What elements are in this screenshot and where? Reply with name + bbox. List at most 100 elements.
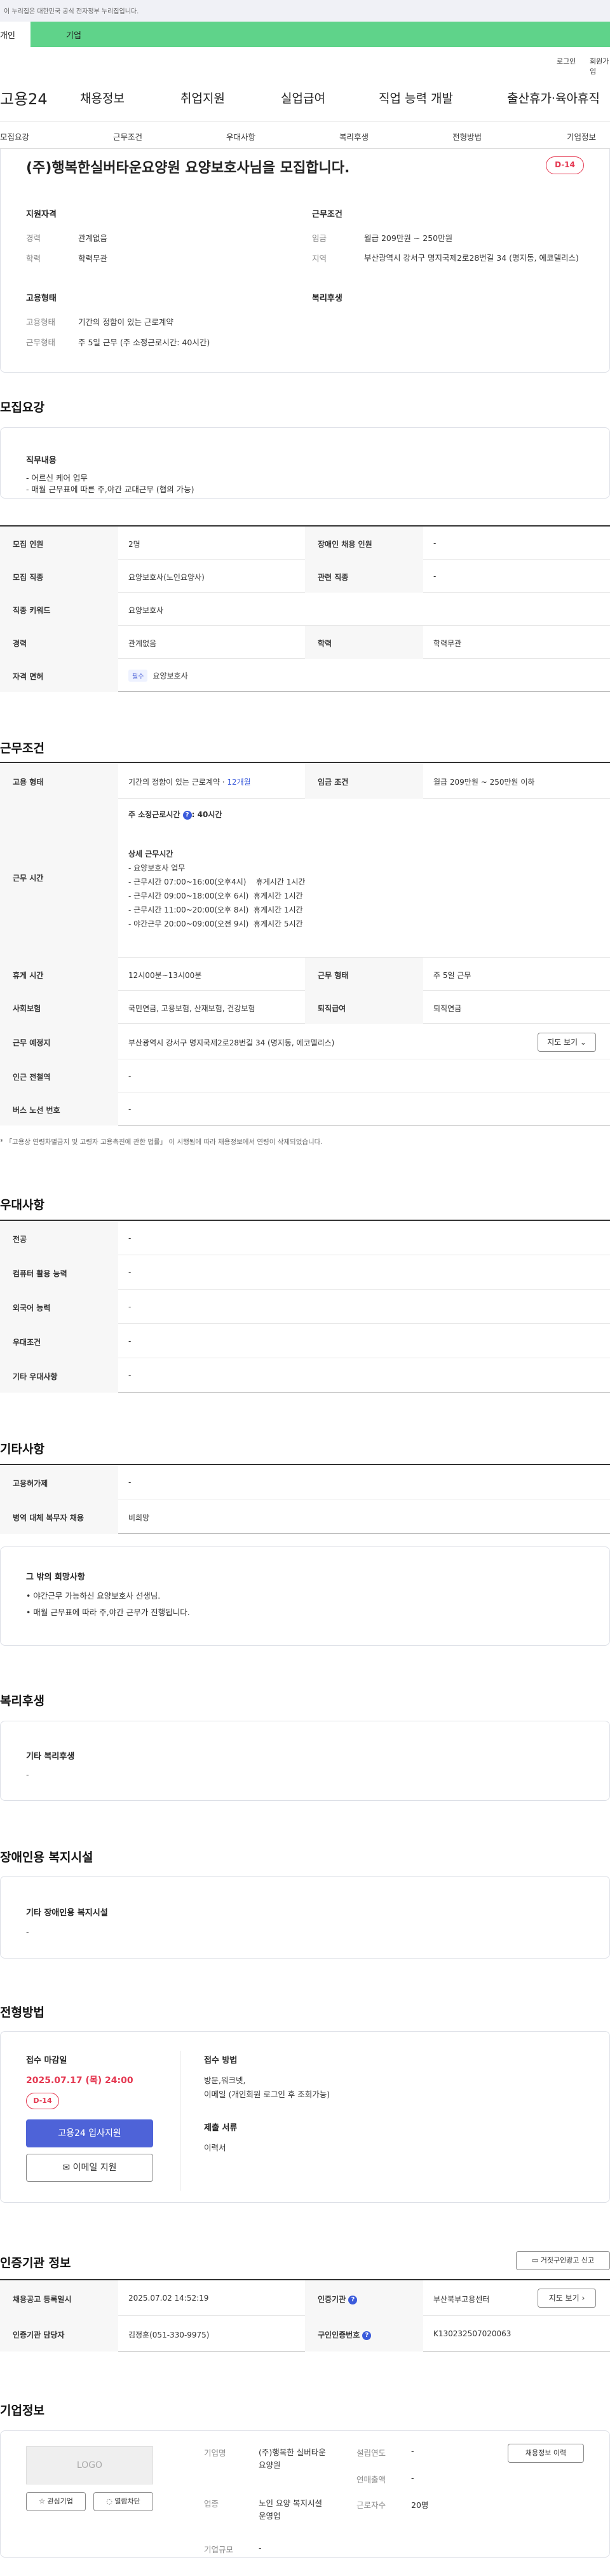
qual-heading: 지원자격 xyxy=(26,210,57,219)
tab-company[interactable]: 기업정보 xyxy=(567,130,596,142)
welfare-box-title: 기타 복리후생 xyxy=(26,1752,75,1761)
table-row: 컴퓨터 활용 능력 - xyxy=(0,1255,610,1290)
welfare-heading: 복리후생 xyxy=(312,294,342,303)
row-key: 경력 xyxy=(0,626,118,659)
row-key: 사회보험 xyxy=(0,991,118,1024)
row-key: 외국어 능력 xyxy=(0,1290,118,1324)
method-line: 이메일 (개인회원 로그인 후 조회가능) xyxy=(204,2090,330,2099)
row-key: 채용공고 등록일시 xyxy=(0,2280,118,2316)
info-icon[interactable]: ? xyxy=(348,2295,358,2304)
row-value: - xyxy=(128,1105,132,1113)
tab-company[interactable]: 기업 xyxy=(30,22,610,47)
pref-section-title: 우대사항 xyxy=(0,1198,44,1212)
emptype-value: 기간의 정함이 있는 근로계약 xyxy=(78,317,173,327)
row-value: 부산광역시 강서구 명지국제2로28번길 34 (명지동, 에코델리스) xyxy=(128,1038,335,1047)
map-button[interactable]: 지도 보기 › xyxy=(538,2289,596,2308)
emp-value: 기간의 정함이 있는 근로계약 · 12개월 xyxy=(128,778,251,787)
welfare-box-value: - xyxy=(26,1770,29,1779)
work-section-title: 근무조건 xyxy=(0,741,44,755)
time-line: - 근무시간 09:00~18:00(오후 6시) 휴게시간 1시간 xyxy=(128,892,303,900)
license-value: 필수 요양보호사 xyxy=(128,670,188,682)
table-row: 휴게 시간 12시00분~13시00분 근무 형태 주 5일 근무 xyxy=(0,958,610,991)
row-key: 모집 인원 xyxy=(0,527,118,560)
gnb-item-leave[interactable]: 출산휴가·육아휴직 xyxy=(507,89,600,106)
chevron-down-icon: ⌄ xyxy=(580,1038,586,1047)
age-note: * 「고용상 연령차별금지 및 고령자 고용촉진에 관한 법률」 이 시행됨에 … xyxy=(0,1138,323,1146)
table-row: 전공 - xyxy=(0,1221,610,1255)
time-line: - 야간근무 20:00~09:00(오전 9시) 휴게시간 5시간 xyxy=(128,920,303,928)
apply-box: 접수 마감일 2025.07.17 (목) 24:00 D-14 고용24 입사… xyxy=(0,2031,610,2203)
table-row: 직종 키워드 요양보호사 xyxy=(0,593,610,626)
map-button[interactable]: 지도 보기 ⌄ xyxy=(538,1033,596,1052)
dday-badge: D-14 xyxy=(26,2093,59,2109)
gnb-item-unemployment[interactable]: 실업급여 xyxy=(281,89,325,106)
table-row: 근무 시간 주 소정근로시간 ?: 40시간 상세 근무시간 - 요양보호사 업… xyxy=(0,799,610,958)
tab-selection[interactable]: 전형방법 xyxy=(452,130,482,142)
row-key: 전공 xyxy=(0,1221,118,1255)
tab-recruit[interactable]: 모집요강 xyxy=(0,130,29,142)
login-link[interactable]: 로그인 xyxy=(557,56,576,66)
row-value: 월급 209만원 ~ 250만원 이하 xyxy=(433,778,535,787)
info-icon[interactable]: ? xyxy=(182,810,192,820)
staff-value: 20명 xyxy=(411,2500,429,2510)
career-label: 경력 xyxy=(26,233,41,243)
row-value: 비희망 xyxy=(128,1513,150,1522)
table-row: 버스 노선 번호 - xyxy=(0,1092,610,1126)
apply-button[interactable]: 고용24 입사지원 xyxy=(26,2119,153,2147)
disab-section-title: 장애인용 복지시설 xyxy=(0,1850,93,1864)
info-icon[interactable]: ? xyxy=(362,2331,372,2340)
row-value: - xyxy=(128,1234,132,1243)
row-key: 장애인 채용 인원 xyxy=(305,527,423,560)
job-title: (주)행복한실버타운요양원 요양보호사님을 모집합니다. xyxy=(26,160,350,176)
wage-label: 임금 xyxy=(312,233,327,243)
join-link[interactable]: 회원가입 xyxy=(590,56,610,76)
row-value: 주 5일 근무 xyxy=(433,971,471,980)
name-label: 기업명 xyxy=(204,2448,226,2458)
row-value: - xyxy=(128,1071,132,1080)
row-key: 고용허가제 xyxy=(0,1465,118,1499)
row-key: 버스 노선 번호 xyxy=(0,1092,118,1126)
table-row: 자격 면허 필수 요양보호사 xyxy=(0,659,610,692)
year-value: - xyxy=(411,2446,414,2456)
row-key: 퇴직급여 xyxy=(305,991,423,1024)
row-key: 휴게 시간 xyxy=(0,958,118,991)
row-value: 국민연금, 고용보험, 산재보험, 건강보험 xyxy=(128,1004,255,1013)
row-value: 12시00분~13시00분 xyxy=(128,971,202,980)
block-view-button[interactable]: ◌ 열람차단 xyxy=(93,2492,153,2511)
gnb-item-jobs[interactable]: 채용정보 xyxy=(80,89,125,106)
false-ad-report-button[interactable]: ▭ 거짓구인광고 신고 xyxy=(516,2251,610,2270)
row-value: - xyxy=(128,1478,132,1487)
tab-welfare[interactable]: 복리후생 xyxy=(339,130,369,142)
row-value: - xyxy=(128,1268,132,1277)
cert-section-title: 인증기관 정보 xyxy=(0,2256,71,2270)
table-row: 우대조건 - xyxy=(0,1324,610,1358)
row-key: 임금 조건 xyxy=(305,763,423,799)
worktype-value: 주 5일 근무 (주 소정근로시간: 40시간) xyxy=(78,338,210,347)
table-row: 병역 대체 복무자 채용 비희망 xyxy=(0,1499,610,1534)
wish-line: • 매월 근무표에 따라 주,야간 근무가 진행됩니다. xyxy=(26,1608,190,1617)
method-line: 방문,워크넷, xyxy=(204,2076,246,2085)
row-key: 구인인증번호 ? xyxy=(305,2316,423,2352)
emp-heading: 고용형태 xyxy=(26,294,57,303)
tab-preferences[interactable]: 우대사항 xyxy=(226,130,255,142)
row-value: - xyxy=(433,572,437,581)
region-value: 부산광역시 강서구 명지국제2로28번길 34 (명지동, 에코델리스) xyxy=(364,253,579,263)
wish-title: 그 밖의 희망사항 xyxy=(26,1573,85,1582)
tab-conditions[interactable]: 근무조건 xyxy=(113,130,142,142)
summary-card: (주)행복한실버타운요양원 요양보호사님을 모집합니다. D-14 지원자격 경… xyxy=(0,149,610,373)
row-value: 관계없음 xyxy=(128,639,157,648)
detail-hours-title: 상세 근무시간 xyxy=(128,850,173,858)
site-logo[interactable]: 고용24 xyxy=(0,86,48,109)
row-value: 2명 xyxy=(128,540,140,549)
etc-section-title: 기타사항 xyxy=(0,1442,44,1456)
gnb-item-employment-support[interactable]: 취업지원 xyxy=(180,89,225,106)
job-history-button[interactable]: 채용정보 이력 xyxy=(508,2444,584,2463)
email-apply-button[interactable]: ✉ 이메일 지원 xyxy=(26,2154,153,2182)
tab-individual[interactable]: 개인 xyxy=(0,22,30,47)
table-row: 근무 예정지 부산광역시 강서구 명지국제2로28번길 34 (명지동, 에코델… xyxy=(0,1024,610,1059)
required-tag: 필수 xyxy=(128,670,148,682)
row-key: 인증기관 담당자 xyxy=(0,2316,118,2352)
gnb-item-training[interactable]: 직업 능력 개발 xyxy=(379,89,453,106)
disab-box: 기타 장애인용 복지시설 - xyxy=(0,1876,610,1959)
interest-company-button[interactable]: ☆ 관심기업 xyxy=(26,2492,86,2511)
